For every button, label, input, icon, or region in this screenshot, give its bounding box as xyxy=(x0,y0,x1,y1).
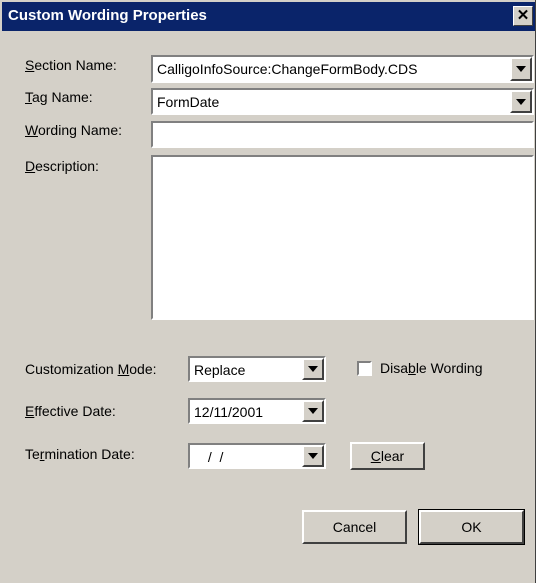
tag-name-label: Tag Name: xyxy=(25,89,93,105)
chevron-down-icon xyxy=(308,408,318,414)
chevron-down-icon xyxy=(308,366,318,372)
effective-date-label: Effective Date: xyxy=(25,403,116,419)
section-name-dropdown[interactable]: CalligoInfoSource:ChangeFormBody.CDS xyxy=(151,55,534,83)
cancel-button[interactable]: Cancel xyxy=(302,510,407,544)
wording-name-label: Wording Name: xyxy=(25,122,123,138)
termination-date-dropdown-button[interactable] xyxy=(302,445,324,467)
tag-name-value: FormDate xyxy=(157,94,220,110)
effective-date-dropdown-button[interactable] xyxy=(302,400,324,422)
window-title: Custom Wording Properties xyxy=(8,7,207,24)
section-name-label: Section Name: xyxy=(25,57,117,73)
clear-button[interactable]: Clear xyxy=(350,442,425,470)
customization-mode-label: Customization Mode: xyxy=(25,361,157,377)
section-name-value: CalligoInfoSource:ChangeFormBody.CDS xyxy=(157,61,418,77)
section-name-dropdown-button[interactable] xyxy=(510,57,532,81)
tag-name-dropdown[interactable]: FormDate xyxy=(151,88,534,115)
chevron-down-icon xyxy=(516,66,526,72)
tag-name-dropdown-button[interactable] xyxy=(510,90,532,113)
title-bar: Custom Wording Properties ✕ xyxy=(2,2,535,31)
ok-button[interactable]: OK xyxy=(418,509,525,545)
termination-date-label: Termination Date: xyxy=(25,446,135,462)
customization-mode-value: Replace xyxy=(194,362,246,378)
effective-date-value: 12/11/2001 xyxy=(194,404,264,420)
close-button[interactable]: ✕ xyxy=(513,6,533,26)
description-label: Description: xyxy=(25,158,99,174)
wording-name-input[interactable] xyxy=(151,121,534,148)
disable-wording-checkbox[interactable] xyxy=(357,361,372,376)
termination-date-picker[interactable]: / / xyxy=(188,443,326,469)
chevron-down-icon xyxy=(308,453,318,459)
close-icon: ✕ xyxy=(516,7,530,24)
chevron-down-icon xyxy=(516,98,526,105)
disable-wording-label[interactable]: Disable Wording xyxy=(380,360,482,376)
effective-date-picker[interactable]: 12/11/2001 xyxy=(188,398,326,424)
customization-mode-dropdown[interactable]: Replace xyxy=(188,356,326,382)
description-textarea[interactable] xyxy=(151,155,534,320)
custom-wording-dialog: Custom Wording Properties ✕ Section Name… xyxy=(0,0,536,583)
customization-mode-dropdown-button[interactable] xyxy=(302,358,324,380)
termination-date-value: / / xyxy=(204,449,228,465)
